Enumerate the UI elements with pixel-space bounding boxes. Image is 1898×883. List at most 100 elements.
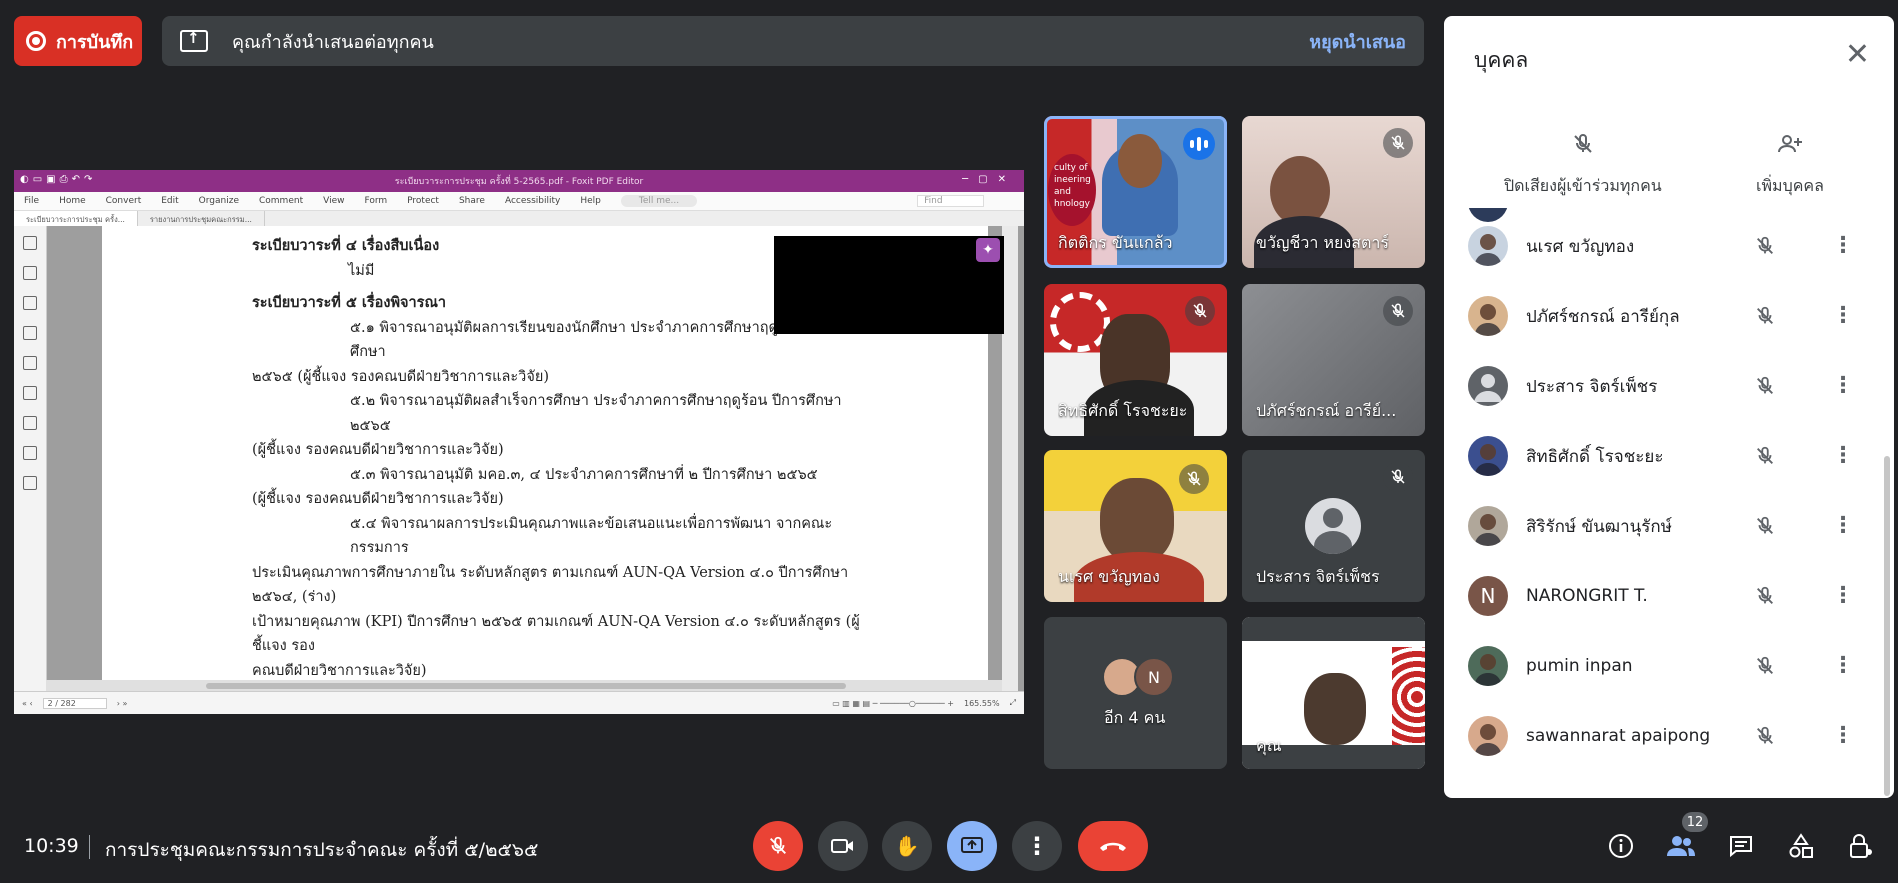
menu-share: Share (458, 196, 485, 206)
add-person-icon (1756, 132, 1824, 162)
comments-icon (23, 296, 37, 310)
participant-name: สิทธิศักดิ์ โรจชะยะ (1526, 446, 1664, 467)
people-button[interactable] (1665, 830, 1697, 862)
divider (89, 835, 90, 859)
document-line: ๕.๔ พิจารณาผลการประเมินคุณภาพและข้อเสนอแ… (350, 515, 833, 557)
mic-off-icon[interactable] (1754, 235, 1776, 257)
participant-tile[interactable]: นเรศ ขวัญทอง (1044, 450, 1227, 602)
mic-off-icon[interactable] (1754, 305, 1776, 327)
fullscreen-icon: ⤢ (1009, 698, 1016, 707)
activities-button[interactable] (1785, 830, 1817, 862)
participant-row[interactable]: ประสาร จิตร์เพ็ชร ⋮ (1444, 351, 1894, 421)
meeting-info-button[interactable] (1605, 830, 1637, 862)
speaking-indicator-icon (1183, 128, 1215, 160)
participant-tile[interactable]: ปภัศร์ชกรณ์ อารีย์... (1242, 284, 1425, 436)
more-vert-icon[interactable]: ⋮ (1832, 725, 1854, 747)
participant-name: ปภัศร์ชกรณ์ อารีย์กุล (1526, 306, 1680, 327)
present-now-button[interactable] (947, 821, 997, 871)
window-controls: ─▢✕ (962, 174, 1016, 185)
more-vert-icon[interactable]: ⋮ (1832, 655, 1854, 677)
page-indicator: 2 / 282 (42, 697, 107, 709)
panel-actions: ปิดเสียงผู้เข้าร่วมทุกคน เพิ่มบุคคล (1444, 116, 1894, 206)
avatar (1468, 226, 1508, 266)
page-nav-icons: « ‹ (22, 698, 33, 708)
tile-name: นเรศ ขวัญทอง (1058, 567, 1160, 586)
stop-presenting-button[interactable]: หยุดนำเสนอ (1309, 27, 1406, 56)
add-people-button[interactable]: เพิ่มบุคคล (1756, 132, 1824, 199)
pdf-status-bar: « ‹ 2 / 282 › » ▭ ▥ ▦ ▤ ─ ──────○────── … (14, 691, 1024, 714)
participant-tile[interactable]: คุณ (1242, 617, 1425, 769)
menu-view: View (323, 196, 345, 206)
pdf-menu-bar: File Home Convert Edit Organize Comment … (14, 192, 1024, 211)
more-vert-icon[interactable]: ⋮ (1832, 515, 1854, 537)
pdf-app-title: ระเบียบวาระการประชุม ครั้งที่ 5-2565.pdf… (394, 177, 644, 187)
mic-off-icon[interactable] (1754, 725, 1776, 747)
participant-name: สิริรักษ์ ขันฒานุรักษ์ (1526, 516, 1672, 537)
record-label: การบันทึก (56, 31, 134, 53)
mic-off-icon[interactable] (1754, 375, 1776, 397)
more-vert-icon[interactable]: ⋮ (1832, 235, 1854, 257)
tell-me-box: Tell me... (620, 195, 698, 207)
participant-tile[interactable]: สิทธิศักดิ์ โรจชะยะ (1044, 284, 1227, 436)
participant-row[interactable]: สิทธิศักดิ์ โรจชะยะ ⋮ (1444, 421, 1894, 491)
mic-off-icon (1383, 128, 1413, 158)
speaker-face (1118, 134, 1162, 188)
more-options-button[interactable]: ⋮ (1012, 821, 1062, 871)
more-vert-icon[interactable]: ⋮ (1832, 305, 1854, 327)
others-tile[interactable]: N อีก 4 คน (1044, 617, 1227, 769)
info-icon (1609, 834, 1633, 858)
mic-off-icon (1179, 464, 1209, 494)
present-screen-icon (961, 837, 983, 853)
copy-icon (23, 476, 37, 490)
menu-help: Help (580, 196, 601, 206)
participant-count-badge: 12 (1682, 812, 1708, 832)
tile-name: ประสาร จิตร์เพ็ชร (1256, 567, 1380, 586)
find-box: Find (917, 195, 984, 207)
tile-name: กิตติกร ขันแกล้ว (1058, 233, 1173, 252)
leave-call-button[interactable] (1078, 821, 1148, 871)
raise-hand-button[interactable]: ✋ (882, 821, 932, 871)
mic-off-icon[interactable] (1754, 445, 1776, 467)
panel-scrollbar[interactable] (1884, 456, 1890, 796)
participant-row[interactable]: N NARONGRIT T. ⋮ (1444, 561, 1894, 631)
record-icon (26, 31, 46, 51)
more-vert-icon[interactable]: ⋮ (1832, 585, 1854, 607)
menu-edit: Edit (161, 196, 179, 206)
mute-all-button[interactable]: ปิดเสียงผู้เข้าร่วมทุกคน (1504, 132, 1662, 199)
pdf-title-bar: ◐▭▣⎙↶↷ ระเบียบวาระการประชุม ครั้งที่ 5-2… (14, 170, 1024, 192)
mute-all-label: ปิดเสียงผู้เข้าร่วมทุกคน (1504, 176, 1662, 195)
participant-tile[interactable]: culty of ineering and hnology กิตติกร ขันแก… (1044, 116, 1227, 268)
participant-row[interactable]: pumin inpan ⋮ (1444, 631, 1894, 701)
participant-tile[interactable]: ขวัญชีวา หยงสตาร์ (1242, 116, 1425, 268)
close-icon[interactable]: ✕ (1845, 40, 1870, 70)
mic-off-icon (1383, 296, 1413, 326)
people-panel: บุคคล ✕ ปิดเสียงผู้เข้าร่วมทุกคน เพิ่มบุ… (1444, 16, 1894, 798)
avatar (1468, 296, 1508, 336)
menu-convert: Convert (105, 196, 142, 206)
more-vert-icon[interactable]: ⋮ (1832, 445, 1854, 467)
bookmark-icon (23, 236, 37, 250)
host-controls-button[interactable] (1845, 830, 1877, 862)
mic-off-icon[interactable] (1754, 515, 1776, 537)
tile-top-strip (1242, 617, 1425, 641)
more-vert-icon[interactable]: ⋮ (1832, 375, 1854, 397)
record-button[interactable]: การบันทึก (14, 16, 142, 66)
menu-protect: Protect (407, 196, 439, 206)
participant-tile[interactable]: ประสาร จิตร์เพ็ชร (1242, 450, 1425, 602)
mic-off-icon[interactable] (1754, 655, 1776, 677)
document-line: ๒๕๖๕ (ผู้ชี้แจง รองคณบดีฝ่ายวิชาการและวิ… (252, 368, 549, 385)
camera-toggle-button[interactable] (818, 821, 868, 871)
participant-row[interactable]: สิริรักษ์ ขันฒานุรักษ์ ⋮ (1444, 491, 1894, 561)
participant-row[interactable]: sawannarat apaipong ⋮ (1444, 701, 1894, 771)
chat-button[interactable] (1725, 830, 1757, 862)
document-line: (ผู้ชี้แจง รองคณบดีฝ่ายวิชาการและวิจัย) (252, 491, 504, 507)
layers-icon (23, 326, 37, 340)
participant-row[interactable]: นเรศ ขวัญทอง ⋮ (1444, 211, 1894, 281)
mic-off-icon (1185, 296, 1215, 326)
participant-row[interactable]: ปภัศร์ชกรณ์ อารีย์กุล ⋮ (1444, 281, 1894, 351)
mic-toggle-button[interactable] (753, 821, 803, 871)
document-line: เป้าหมายคุณภาพ (KPI) ปีการศึกษา ๒๕๖๕ ตาม… (252, 613, 860, 655)
mic-off-icon[interactable] (1754, 585, 1776, 607)
faculty-logo-poster: culty of ineering and hnology (1048, 154, 1096, 226)
video-camera-icon (831, 839, 853, 853)
